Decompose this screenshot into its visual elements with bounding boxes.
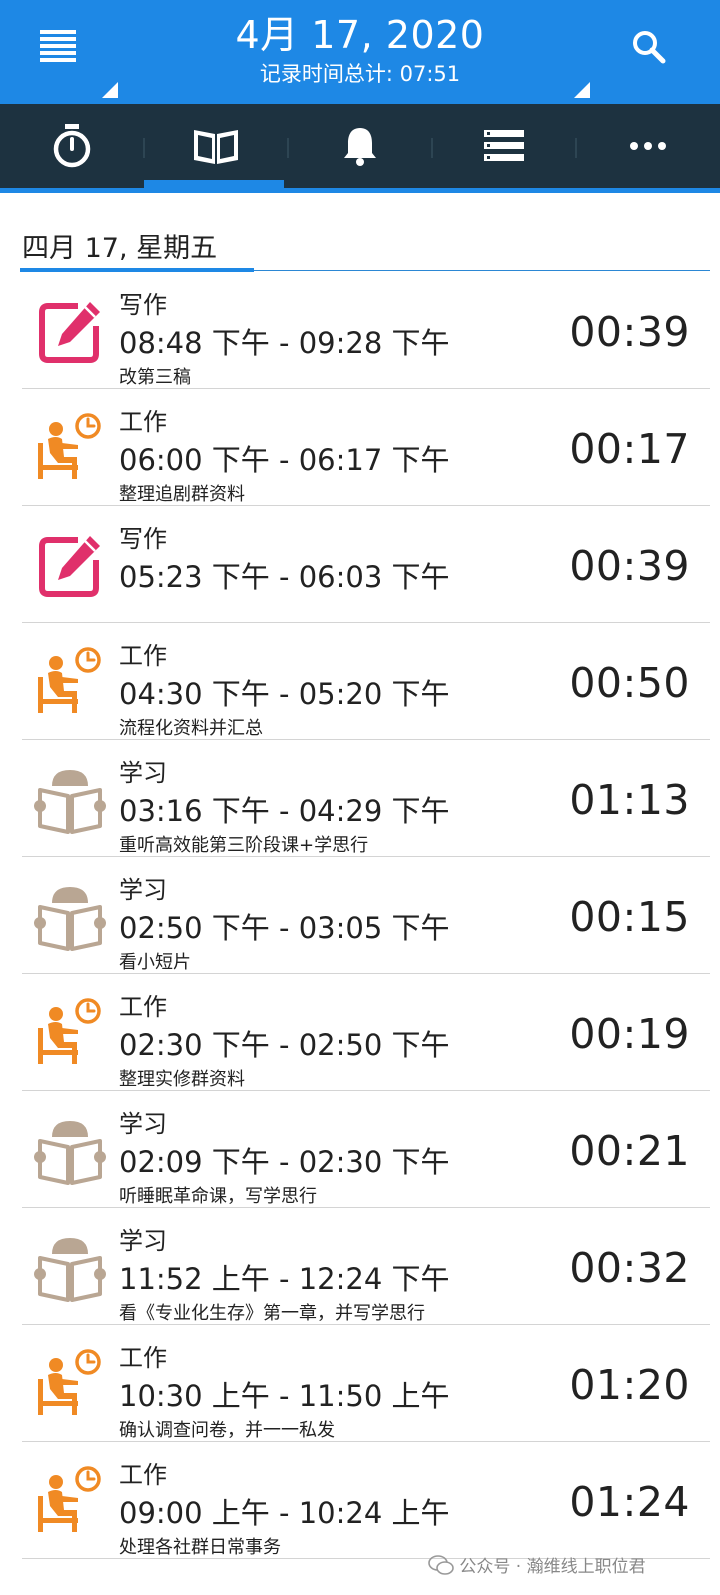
entry-duration: 00:15 bbox=[569, 893, 690, 941]
tab-bar-bottom-line bbox=[0, 188, 720, 193]
list-icon bbox=[484, 130, 524, 161]
entry-duration: 00:32 bbox=[569, 1244, 690, 1292]
entry-category: 工作 bbox=[119, 993, 167, 1021]
work-desk-clock-icon bbox=[34, 1466, 106, 1538]
time-entry[interactable]: 工作 06:00 下午 - 06:17 下午整理追剧群资料 00:17 bbox=[22, 389, 710, 506]
entry-duration: 00:21 bbox=[569, 1127, 690, 1175]
entry-category: 工作 bbox=[119, 642, 167, 670]
entry-category: 工作 bbox=[119, 1461, 167, 1489]
entry-category: 工作 bbox=[119, 1344, 167, 1372]
entry-note: 听睡眠革命课，写学思行 bbox=[119, 1186, 317, 1207]
time-entry[interactable]: 学习 03:16 下午 - 04:29 下午重听高效能第三阶段课+学思行 01:13 bbox=[22, 740, 710, 857]
reading-icon bbox=[34, 764, 106, 836]
entry-note: 处理各社群日常事务 bbox=[119, 1537, 281, 1558]
entry-time-range: 02:50 下午 - 03:05 下午 bbox=[119, 911, 450, 945]
time-entry[interactable]: 工作 10:30 上午 - 11:50 上午确认调查问卷，并一一私发 01:20 bbox=[22, 1325, 710, 1442]
entry-list: 写作 08:48 下午 - 09:28 下午改第三稿 00:39 工作 06:00 下… bbox=[22, 272, 710, 1559]
entry-category: 学习 bbox=[119, 1110, 167, 1138]
day-header: 四月 17, 星期五 bbox=[22, 233, 218, 264]
time-entry[interactable]: 工作 02:30 下午 - 02:50 下午整理实修群资料 00:19 bbox=[22, 974, 710, 1091]
date-dropdown-corner bbox=[574, 82, 590, 98]
entry-duration: 00:50 bbox=[569, 659, 690, 707]
entry-duration: 00:17 bbox=[569, 425, 690, 473]
entry-note: 流程化资料并汇总 bbox=[119, 718, 263, 739]
entry-time-range: 03:16 下午 - 04:29 下午 bbox=[119, 794, 450, 828]
more-icon bbox=[630, 142, 666, 150]
entry-note: 改第三稿 bbox=[119, 367, 191, 388]
bell-icon bbox=[344, 128, 376, 166]
entry-time-range: 04:30 下午 - 05:20 下午 bbox=[119, 677, 450, 711]
tab-journal[interactable] bbox=[144, 104, 288, 188]
edit-icon bbox=[34, 530, 106, 602]
entry-category: 工作 bbox=[119, 408, 167, 436]
time-entry[interactable]: 写作 08:48 下午 - 09:28 下午改第三稿 00:39 bbox=[22, 272, 710, 389]
entry-category: 学习 bbox=[119, 1227, 167, 1255]
time-entry[interactable]: 学习 02:50 下午 - 03:05 下午看小短片 00:15 bbox=[22, 857, 710, 974]
entry-duration: 00:39 bbox=[569, 542, 690, 590]
time-entry[interactable]: 学习 11:52 上午 - 12:24 下午看《专业化生存》第一章，并写学思行 00… bbox=[22, 1208, 710, 1325]
time-entry[interactable]: 学习 02:09 下午 - 02:30 下午听睡眠革命课，写学思行 00:21 bbox=[22, 1091, 710, 1208]
reading-icon bbox=[34, 881, 106, 953]
entry-note: 整理实修群资料 bbox=[119, 1069, 245, 1090]
entry-time-range: 11:52 上午 - 12:24 下午 bbox=[119, 1262, 450, 1296]
wechat-icon bbox=[428, 1554, 454, 1575]
entry-duration: 00:39 bbox=[569, 308, 690, 356]
entry-duration: 01:13 bbox=[569, 776, 690, 824]
tab-list[interactable] bbox=[432, 104, 576, 188]
day-header-divider bbox=[254, 270, 710, 271]
total-recorded-time: 记录时间总计: 07:51 bbox=[259, 62, 461, 86]
entry-category: 写作 bbox=[119, 525, 167, 553]
search-icon[interactable] bbox=[624, 22, 674, 72]
work-desk-clock-icon bbox=[34, 998, 106, 1070]
book-icon bbox=[194, 130, 238, 164]
entry-time-range: 06:00 下午 - 06:17 下午 bbox=[119, 443, 450, 477]
work-desk-clock-icon bbox=[34, 647, 106, 719]
active-tab-indicator bbox=[144, 180, 284, 188]
watermark: 公众号 · 瀚维线上职位君 bbox=[428, 1552, 646, 1577]
entry-time-range: 08:48 下午 - 09:28 下午 bbox=[119, 326, 450, 360]
work-desk-clock-icon bbox=[34, 1349, 106, 1421]
work-desk-clock-icon bbox=[34, 413, 106, 485]
entry-note: 看《专业化生存》第一章，并写学思行 bbox=[119, 1303, 425, 1324]
app-bar: 4月 17, 2020 记录时间总计: 07:51 bbox=[0, 0, 720, 104]
entry-time-range: 10:30 上午 - 11:50 上午 bbox=[119, 1379, 450, 1413]
time-entry[interactable]: 工作 04:30 下午 - 05:20 下午流程化资料并汇总 00:50 bbox=[22, 623, 710, 740]
time-entry[interactable]: 写作 05:23 下午 - 06:03 下午 00:39 bbox=[22, 506, 710, 623]
entry-time-range: 09:00 上午 - 10:24 上午 bbox=[119, 1496, 450, 1530]
tab-bar bbox=[0, 104, 720, 188]
entry-duration: 01:24 bbox=[569, 1478, 690, 1526]
reading-icon bbox=[34, 1115, 106, 1187]
tab-stopwatch[interactable] bbox=[0, 104, 144, 188]
entry-category: 学习 bbox=[119, 876, 167, 904]
entry-time-range: 05:23 下午 - 06:03 下午 bbox=[119, 560, 450, 594]
entry-category: 写作 bbox=[119, 291, 167, 319]
entry-duration: 01:20 bbox=[569, 1361, 690, 1409]
entry-note: 确认调查问卷，并一一私发 bbox=[119, 1420, 335, 1441]
entry-note: 看小短片 bbox=[119, 952, 191, 973]
tab-reminders[interactable] bbox=[288, 104, 432, 188]
entry-time-range: 02:09 下午 - 02:30 下午 bbox=[119, 1145, 450, 1179]
stopwatch-icon bbox=[53, 124, 91, 168]
time-entry[interactable]: 工作 09:00 上午 - 10:24 上午处理各社群日常事务 01:24 bbox=[22, 1442, 710, 1559]
entry-note: 整理追剧群资料 bbox=[119, 484, 245, 505]
entry-time-range: 02:30 下午 - 02:50 下午 bbox=[119, 1028, 450, 1062]
entry-note: 重听高效能第三阶段课+学思行 bbox=[119, 835, 369, 856]
entry-duration: 00:19 bbox=[569, 1010, 690, 1058]
reading-icon bbox=[34, 1232, 106, 1304]
date-title[interactable]: 4月 17, 2020 bbox=[0, 4, 720, 59]
entry-category: 学习 bbox=[119, 759, 167, 787]
edit-icon bbox=[34, 296, 106, 368]
tab-more[interactable] bbox=[576, 104, 720, 188]
